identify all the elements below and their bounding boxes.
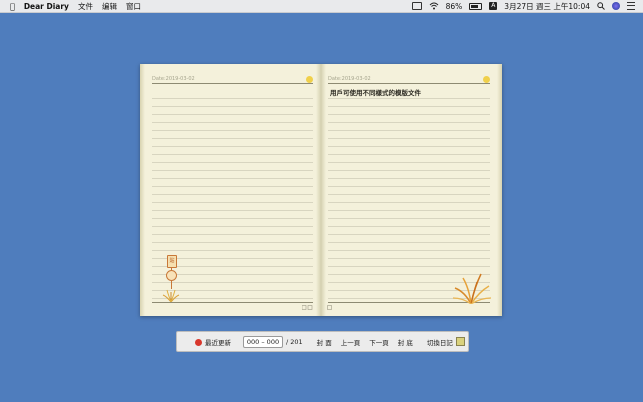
menu-app-name[interactable]: Dear Diary bbox=[24, 2, 69, 11]
menu-file[interactable]: 文件 bbox=[78, 1, 93, 12]
plant-decoration-icon bbox=[162, 289, 180, 302]
switch-diary-button[interactable]: 切換日記 bbox=[426, 336, 465, 347]
left-header-rule bbox=[152, 83, 313, 84]
right-weather-dot[interactable] bbox=[483, 76, 490, 83]
menu-edit[interactable]: 编辑 bbox=[102, 1, 117, 12]
apple-icon[interactable]:  bbox=[10, 2, 15, 11]
right-header-rule bbox=[328, 83, 490, 84]
menu-window[interactable]: 窗口 bbox=[126, 1, 141, 12]
diary-book: Date:2019-03-02 貼 Date:2019-03-02 用戶可使用不… bbox=[140, 64, 502, 316]
left-page[interactable]: Date:2019-03-02 貼 bbox=[140, 64, 321, 316]
battery-percent: 86% bbox=[445, 1, 463, 11]
grass-decoration-icon bbox=[452, 273, 491, 304]
switch-diary-label: 切換日記 bbox=[426, 338, 453, 347]
bookmark-pin-icon[interactable] bbox=[166, 270, 177, 281]
battery-icon[interactable] bbox=[469, 2, 483, 10]
book-spine bbox=[316, 64, 326, 316]
spotlight-search-icon[interactable] bbox=[597, 2, 605, 10]
left-ruled-lines[interactable] bbox=[152, 91, 313, 301]
recent-updates-icon bbox=[195, 338, 202, 346]
right-page-edge bbox=[497, 64, 502, 316]
left-weather-dot[interactable] bbox=[306, 76, 313, 83]
switch-diary-icon bbox=[455, 336, 465, 346]
right-page-footer-icon[interactable] bbox=[327, 305, 332, 310]
menubar-clock[interactable]: 3月27日 週三 上午10:04 bbox=[504, 1, 590, 12]
recent-updates-label: 最近更新 bbox=[205, 338, 231, 347]
menu-bar:  Dear Diary 文件 编辑 窗口 86% A 3月27日 週三 上午1… bbox=[0, 0, 643, 13]
display-mirror-icon[interactable] bbox=[411, 2, 422, 10]
right-page-date: Date:2019-03-02 bbox=[328, 76, 371, 82]
notification-center-icon[interactable] bbox=[627, 2, 635, 10]
sticker-tag[interactable]: 貼 bbox=[167, 255, 177, 268]
right-page[interactable]: Date:2019-03-02 用戶可使用不同樣式的模版文件 bbox=[321, 64, 502, 316]
left-page-corner-icons[interactable] bbox=[302, 305, 314, 310]
back-cover-button[interactable]: 封 底 bbox=[398, 337, 413, 347]
left-footer-rule bbox=[152, 302, 313, 303]
wifi-icon[interactable] bbox=[429, 2, 439, 10]
input-method-icon[interactable]: A bbox=[489, 2, 498, 10]
front-cover-button[interactable]: 封 面 bbox=[317, 337, 332, 347]
siri-icon[interactable] bbox=[612, 2, 620, 10]
left-page-edge bbox=[140, 64, 145, 316]
page-range-input[interactable]: 000 – 000 bbox=[243, 335, 283, 348]
recent-updates-button[interactable]: 最近更新 bbox=[195, 337, 231, 347]
page-total: / 201 bbox=[286, 337, 303, 346]
next-page-button[interactable]: 下一頁 bbox=[369, 337, 389, 347]
previous-page-button[interactable]: 上一頁 bbox=[341, 337, 361, 347]
left-page-date: Date:2019-03-02 bbox=[152, 76, 195, 82]
diary-toolbar: 最近更新 000 – 000 / 201 封 面 上一頁 下一頁 封 底 切換日… bbox=[176, 331, 469, 352]
right-ruled-lines[interactable] bbox=[328, 91, 490, 301]
